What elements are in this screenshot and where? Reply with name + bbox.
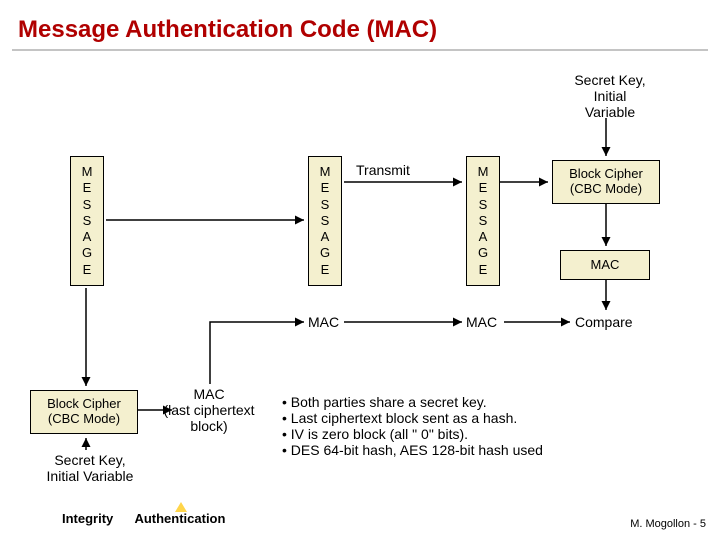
sender-mac-label: MAC (308, 314, 339, 330)
bullet-item: Both parties share a secret key. (282, 394, 543, 410)
sender-message-box: M E S S A G E (70, 156, 104, 286)
secret-key-left-label: Secret Key, Initial Variable (35, 452, 145, 484)
footer-marker-icon (175, 502, 187, 512)
footer-integrity: Integrity (62, 511, 113, 526)
receiver-block-cipher-box: Block Cipher (CBC Mode) (552, 160, 660, 204)
secret-key-top-label: Secret Key, Initial Variable (555, 72, 665, 120)
footer-left: Integrity Authentication (62, 511, 225, 526)
bullet-item: Last ciphertext block sent as a hash. (282, 410, 543, 426)
mac-last-block-label: MAC (last ciphertext block) (154, 386, 264, 434)
bullet-item: DES 64-bit hash, AES 128-bit hash used (282, 442, 543, 458)
bullet-list: Both parties share a secret key. Last ci… (282, 394, 543, 458)
sender-block-cipher-box: Block Cipher (CBC Mode) (30, 390, 138, 434)
receiver-message-box: M E S S A G E (466, 156, 500, 286)
page-title: Message Authentication Code (MAC) (18, 16, 437, 44)
receiver-mac-label: MAC (466, 314, 497, 330)
footer-credit: M. Mogollon - 5 (630, 518, 706, 530)
footer-authentication: Authentication (134, 511, 225, 526)
transmit-label: Transmit (356, 162, 410, 178)
transmitted-message-box: M E S S A G E (308, 156, 342, 286)
compare-label: Compare (575, 314, 633, 330)
bullet-item: IV is zero block (all " 0" bits). (282, 426, 543, 442)
receiver-mac-output-box: MAC (560, 250, 650, 280)
